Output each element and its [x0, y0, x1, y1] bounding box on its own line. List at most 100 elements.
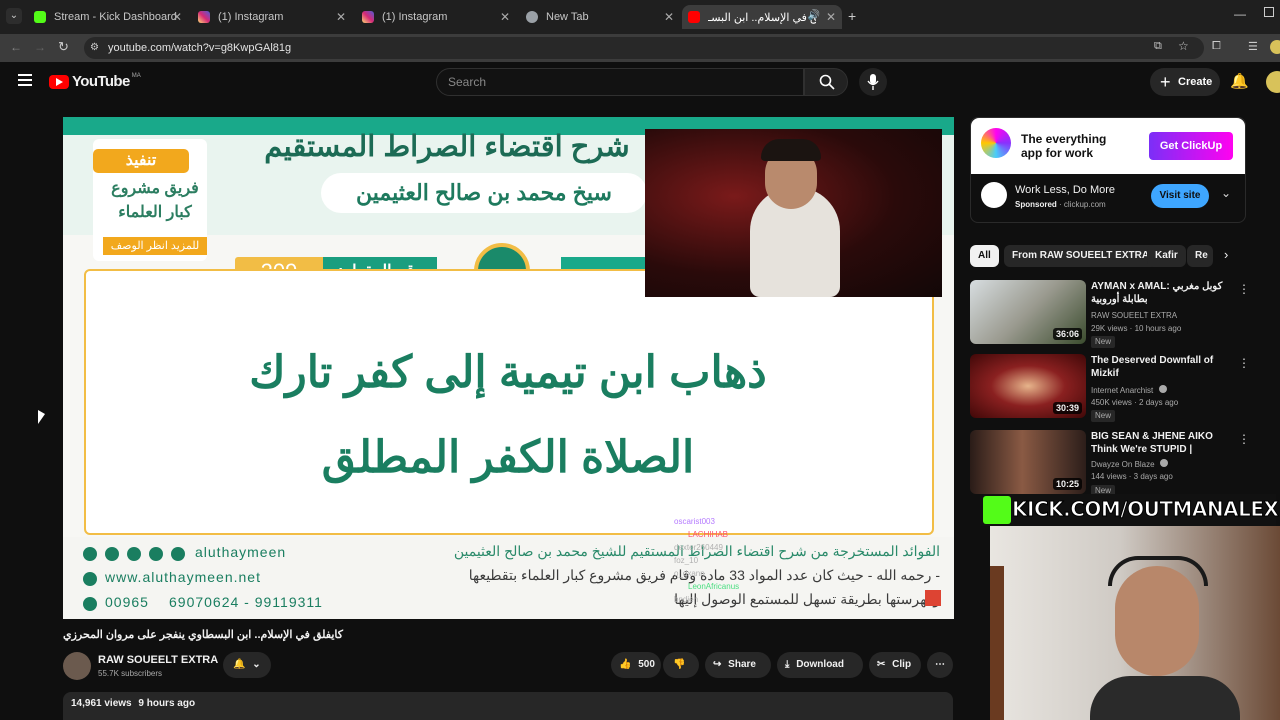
video-thumbnail[interactable]: 36:06 — [970, 280, 1086, 344]
extensions-icon[interactable]: ⧠ — [1212, 40, 1221, 53]
visit-site-button[interactable]: Visit site — [1151, 184, 1209, 208]
chip-kafir[interactable]: Kafir — [1147, 245, 1186, 267]
chevron-down-icon: ⌄ — [252, 659, 261, 670]
ad-meta: Sponsored · clickup.com — [1015, 200, 1106, 209]
create-label: Create — [1178, 76, 1213, 88]
account-avatar[interactable] — [1266, 71, 1280, 93]
back-icon[interactable]: ← — [10, 40, 22, 54]
channel-name[interactable]: RAW SOUEELT EXTRA — [98, 654, 218, 666]
create-button[interactable]: + Create — [1150, 68, 1220, 96]
channel-name-text: Internet Anarchist — [1091, 386, 1154, 395]
more-options-icon[interactable]: ⋮ — [1238, 432, 1250, 446]
tab-youtube-active[interactable]: كايفلق في الإسلام.. ابن البسـ 🔊 ✕ — [682, 5, 842, 29]
streamer-facecam — [990, 526, 1280, 720]
tab-instagram-1[interactable]: (1) Instagram ✕ — [192, 5, 352, 29]
close-tab-icon[interactable]: ✕ — [500, 10, 510, 24]
install-app-icon[interactable]: ⧉ — [1154, 40, 1162, 53]
forward-icon[interactable]: → — [34, 40, 46, 54]
tab-search-button[interactable]: ⌄ — [6, 8, 22, 24]
chip-from-channel[interactable]: From RAW SOUEELT EXTRA — [1004, 245, 1158, 267]
close-tab-icon[interactable]: ✕ — [336, 10, 346, 24]
close-tab-icon[interactable]: ✕ — [826, 10, 836, 24]
country-code: MA — [131, 72, 141, 79]
chevron-down-icon[interactable]: ⌄ — [1221, 186, 1231, 200]
download-label: Download — [796, 659, 844, 670]
reading-list-icon[interactable]: ☰ — [1248, 40, 1258, 53]
tab-kick-dashboard[interactable]: Stream - Kick Dashboard ✕ — [28, 5, 188, 29]
profile-avatar[interactable] — [1270, 40, 1280, 54]
chevron-right-icon[interactable]: › — [1224, 247, 1228, 262]
url-field[interactable]: ⚙ youtube.com/watch?v=g8KwpGAl81g — [84, 37, 1204, 59]
channel-avatar[interactable] — [63, 652, 91, 680]
upload-age: 9 hours ago — [138, 698, 196, 709]
clip-label: Clip — [892, 659, 912, 670]
like-button[interactable]: 👍 500 — [611, 652, 661, 678]
subscribed-bell-button[interactable]: 🔔 ⌄ — [223, 652, 271, 678]
clip-button[interactable]: ✂ Clip — [869, 652, 921, 678]
website-text: www.aluthaymeen.net — [105, 569, 261, 585]
sponsored-ad[interactable]: The everything app for work Get ClickUp … — [970, 117, 1246, 223]
thumbs-down-icon: 👎 — [673, 659, 686, 670]
speaker-icon[interactable]: 🔊 — [808, 10, 820, 21]
footer-text-line-1: الفوائد المستخرجة من شرح اقتضاء الصراط ا… — [453, 543, 940, 559]
ad-banner[interactable]: The everything app for work Get ClickUp — [971, 118, 1245, 174]
maximize-icon[interactable] — [1264, 7, 1274, 17]
new-badge: New — [1091, 410, 1116, 422]
channel-watermark-icon[interactable] — [925, 590, 941, 606]
get-clickup-button[interactable]: Get ClickUp — [1149, 132, 1233, 160]
video-thumbnail[interactable]: 30:39 — [970, 354, 1086, 418]
tab-new-tab[interactable]: New Tab ✕ — [520, 5, 680, 29]
verified-check-icon — [1158, 385, 1167, 393]
close-tab-icon[interactable]: ✕ — [664, 10, 674, 24]
verified-check-icon — [1159, 459, 1168, 467]
close-tab-icon[interactable]: ✕ — [172, 10, 182, 24]
channel-name-text: Dwayze On Blaze — [1091, 460, 1155, 469]
share-button[interactable]: ↪ Share — [705, 652, 771, 678]
recommended-video[interactable]: 30:39 The Deserved Downfall of Mizkif In… — [970, 354, 1250, 422]
tab-title: Stream - Kick Dashboard — [54, 11, 177, 23]
instagram-icon — [362, 11, 374, 23]
chip-more[interactable]: Re — [1187, 245, 1213, 267]
channel-name: Internet Anarchist — [1091, 385, 1167, 395]
youtube-logo-text: YouTube — [72, 73, 130, 90]
chip-all[interactable]: All — [970, 245, 999, 267]
search-input[interactable]: Search — [436, 68, 804, 96]
recommended-video[interactable]: 10:25 BIG SEAN & JHENE AIKO Think We're … — [970, 430, 1250, 497]
reload-icon[interactable]: ↻ — [58, 39, 69, 55]
social-handle: aluthaymeen — [195, 544, 287, 560]
kick-icon — [34, 11, 46, 23]
chat-user: o_dxann — [674, 569, 705, 578]
youtube-play-icon — [49, 74, 69, 89]
share-label: Share — [728, 659, 756, 670]
clickup-logo-icon — [981, 128, 1011, 158]
youtube-logo[interactable]: YouTube MA — [49, 73, 141, 90]
youtube-icon — [688, 11, 700, 23]
video-thumbnail[interactable]: 10:25 — [970, 430, 1086, 494]
main-text-frame — [84, 269, 934, 535]
notifications-bell-icon[interactable]: 🔔 — [1230, 72, 1249, 90]
description-box[interactable]: 14,961 views 9 hours ago — [63, 692, 953, 720]
footer-text-line-3: وفهرستها بطريقة تسهل للمستمع الوصول إليه… — [674, 591, 940, 607]
chat-user: LACHIHAB — [688, 530, 729, 539]
site-info-icon[interactable]: ⚙ — [90, 37, 99, 59]
new-tab-button[interactable]: + — [848, 8, 856, 24]
recommended-video[interactable]: 36:06 AYMAN x AMAL: كوبل مغربي بطابلة أو… — [970, 280, 1250, 348]
share-icon: ↪ — [713, 659, 722, 670]
more-info-label: للمزيد انظر الوصف — [103, 237, 207, 255]
download-button[interactable]: ⤓ Download — [777, 652, 863, 678]
plus-icon: + — [1160, 72, 1171, 92]
twitter-social-icon — [105, 547, 119, 561]
search-button[interactable] — [804, 68, 848, 96]
more-options-icon[interactable]: ⋮ — [1238, 282, 1250, 296]
more-actions-button[interactable]: ⋯ — [927, 652, 953, 678]
bookmark-star-icon[interactable]: ☆ — [1178, 39, 1189, 53]
scissors-icon: ✂ — [877, 659, 886, 670]
more-options-icon[interactable]: ⋮ — [1238, 356, 1250, 370]
dislike-button[interactable]: 👎 — [663, 652, 699, 678]
menu-icon[interactable] — [18, 74, 32, 86]
tab-title: (1) Instagram — [218, 11, 284, 23]
voice-search-button[interactable] — [859, 68, 887, 96]
minimize-icon[interactable]: — — [1234, 7, 1246, 21]
channel-name: Dwayze On Blaze — [1091, 459, 1168, 469]
tab-instagram-2[interactable]: (1) Instagram ✕ — [356, 5, 516, 29]
